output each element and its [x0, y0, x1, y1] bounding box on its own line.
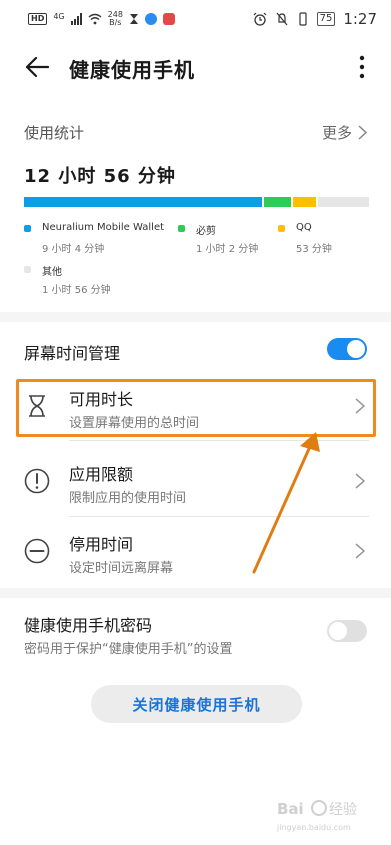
battery-indicator: 75: [316, 12, 336, 26]
chevron-right-icon: [358, 125, 367, 140]
legend-dot: [278, 225, 285, 232]
screen-time-management-label: 屏幕时间管理: [24, 344, 121, 363]
row-subtitle: 设定时间远离屏幕: [69, 561, 174, 576]
legend-app-name: Neuralium Mobile Wallet: [42, 222, 165, 233]
huawei-app-icon: [162, 13, 175, 25]
status-bar: HD 4G 248 B/s 75 1:27: [0, 0, 391, 38]
svg-text:jingyan.baidu.com: jingyan.baidu.com: [276, 823, 351, 832]
password-title: 健康使用手机密码: [24, 616, 153, 635]
more-label: 更多: [321, 124, 352, 142]
row-title: 停用时间: [69, 535, 134, 554]
toggle-knob: [329, 622, 347, 640]
hd-badge: HD: [28, 13, 48, 25]
toggle-knob: [347, 340, 365, 358]
wifi-icon: [88, 13, 102, 25]
usage-bar-segment: [264, 197, 291, 207]
usage-bar-segment: [293, 197, 316, 207]
legend-app-name: 其他: [42, 267, 62, 278]
close-health-button[interactable]: 关闭健康使用手机: [91, 685, 302, 723]
page-title: 健康使用手机: [69, 58, 195, 82]
legend-app-time: 1 小时 56 分钟: [42, 285, 111, 296]
row-title: 应用限额: [69, 465, 134, 484]
password-description: 密码用于保护“健康使用手机”的设置: [24, 642, 233, 657]
row-downtime[interactable]: 停用时间 设定时间远离屏幕: [0, 519, 391, 585]
app-header: 健康使用手机: [0, 38, 391, 98]
legend-dot: [178, 225, 185, 232]
back-arrow-icon[interactable]: [24, 54, 50, 80]
row-subtitle: 限制应用的使用时间: [69, 491, 187, 506]
usage-bar-segment: [318, 197, 369, 207]
usage-statistics-label: 使用统计: [24, 124, 85, 142]
more-options-icon[interactable]: [352, 54, 372, 80]
hourglass-status-icon: [129, 14, 138, 24]
svg-text:经验: 经验: [329, 802, 357, 818]
legend-app-time: 9 小时 4 分钟: [42, 244, 105, 255]
password-toggle[interactable]: [327, 620, 367, 642]
annotation-arrow: [252, 432, 320, 574]
usage-statistics-card: 使用统计 更多 12 小时 56 分钟 Neuralium Mobile Wal…: [0, 98, 391, 312]
total-usage-time: 12 小时 56 分钟: [24, 166, 176, 187]
legend-dot: [24, 225, 31, 232]
legend-dot: [24, 266, 31, 273]
legend-app-name: QQ: [296, 222, 312, 233]
minus-circle-icon: [24, 538, 50, 564]
screen-time-management-card: 屏幕时间管理 可用时长 设置屏幕使用的总时间 应用限额 限制应用的使用时间 停用…: [0, 322, 391, 588]
speed-unit: B/s: [109, 18, 122, 27]
screen-time-toggle[interactable]: [327, 338, 367, 360]
chevron-right-icon: [355, 543, 365, 559]
signal-icon: [70, 13, 82, 25]
svg-text:Bai: Bai: [277, 800, 304, 818]
exclamation-circle-icon: [24, 468, 50, 494]
legend-app-time: 1 小时 2 分钟: [196, 244, 259, 255]
usage-bar: [24, 197, 369, 207]
row-app-limits[interactable]: 应用限额 限制应用的使用时间: [0, 449, 391, 515]
more-link[interactable]: 更多: [322, 122, 367, 143]
alarm-icon: [253, 12, 267, 26]
status-left: HD 4G 248 B/s: [28, 11, 175, 27]
status-right: 75 1:27: [253, 10, 377, 28]
mute-icon: [276, 12, 288, 26]
app-notification-icon: [144, 13, 157, 25]
baidu-jingyan-watermark: Bai 经验 jingyan.baidu.com: [276, 800, 357, 832]
network-type: 4G: [53, 11, 65, 21]
usage-bar-segment: [24, 197, 262, 207]
vibrate-icon: [298, 12, 307, 26]
clock: 1:27: [343, 10, 377, 28]
legend-app-time: 53 分钟: [296, 244, 332, 255]
chevron-right-icon: [355, 473, 365, 489]
legend-app-name: 必剪: [196, 226, 216, 237]
network-speed: 248 B/s: [108, 11, 123, 27]
